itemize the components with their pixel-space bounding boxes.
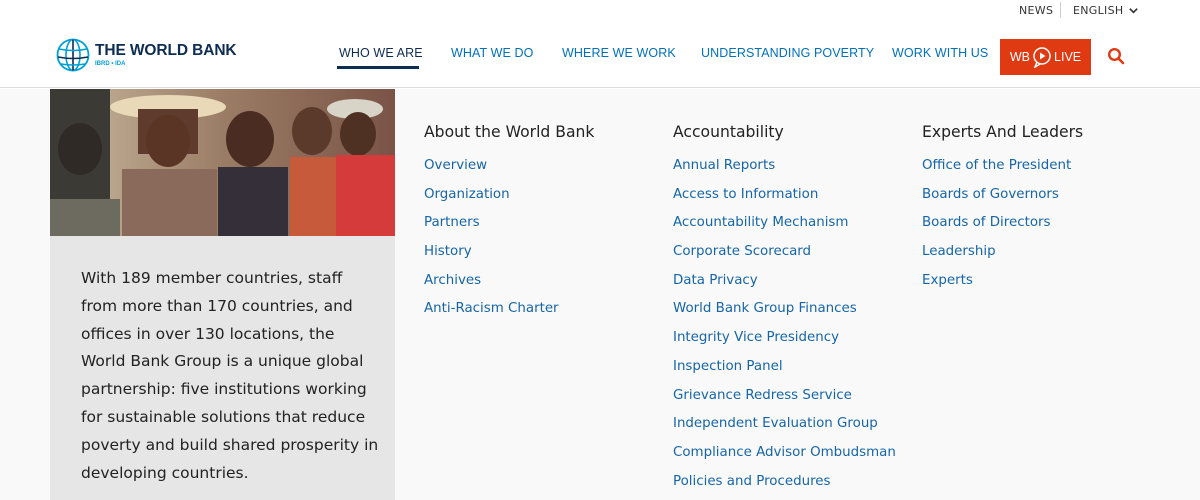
column-heading: Accountability [673,123,784,141]
utility-bar: NEWS ENGLISH [0,0,1200,22]
menu-link[interactable]: Partners [424,213,594,242]
menu-link[interactable]: Policies and Procedures [673,472,896,500]
link-list: Office of the President Boards of Govern… [922,156,1083,299]
chevron-down-icon [1129,8,1139,14]
menu-link[interactable]: Compliance Advisor Ombudsman [673,443,896,472]
nav-understanding-poverty[interactable]: UNDERSTANDING POVERTY [701,46,874,60]
menu-link[interactable]: Anti-Racism Charter [424,299,594,328]
logo-subtitle: IBRD • IDA [95,61,126,67]
active-nav-indicator [337,66,419,69]
menu-link[interactable]: World Bank Group Finances [673,299,896,328]
logo-title: THE WORLD BANK [95,42,237,59]
who-we-are-mega-menu: With 189 member countries, staff from mo… [0,89,1200,500]
menu-link[interactable]: Experts [922,271,1083,300]
menu-link[interactable]: Office of the President [922,156,1083,185]
wb-live-button[interactable]: WB LIVE [1000,39,1091,75]
live-suffix: LIVE [1054,50,1082,64]
menu-link[interactable]: Boards of Governors [922,185,1083,214]
site-header: THE WORLD BANK IBRD • IDA WHO WE ARE WHA… [0,22,1200,88]
link-list: Overview Organization Partners History A… [424,156,594,328]
live-prefix: WB [1009,50,1031,64]
people-photo [50,89,395,236]
menu-link[interactable]: Archives [424,271,594,300]
menu-link[interactable]: History [424,242,594,271]
menu-link[interactable]: Leadership [922,242,1083,271]
language-label: ENGLISH [1073,4,1124,17]
intro-text: With 189 member countries, staff from mo… [81,269,379,482]
column-about: About the World Bank Overview Organizati… [424,123,594,328]
menu-link[interactable]: Data Privacy [673,271,896,300]
menu-link[interactable]: Accountability Mechanism [673,213,896,242]
link-list: Annual Reports Access to Information Acc… [673,156,896,500]
menu-link[interactable]: Independent Evaluation Group [673,414,896,443]
nav-work-with-us[interactable]: WORK WITH US [892,46,988,60]
menu-link[interactable]: Annual Reports [673,156,896,185]
column-experts: Experts And Leaders Office of the Presid… [922,123,1083,299]
utility-divider [1060,2,1061,18]
search-icon[interactable] [1107,47,1125,65]
world-bank-logo[interactable]: THE WORLD BANK IBRD • IDA [56,38,237,72]
menu-link[interactable]: Inspection Panel [673,357,896,386]
column-accountability: Accountability Annual Reports Access to … [673,123,896,500]
language-selector[interactable]: ENGLISH [1073,4,1139,17]
menu-link[interactable]: Boards of Directors [922,213,1083,242]
nav-who-we-are[interactable]: WHO WE ARE [339,46,423,60]
globe-icon [56,38,90,72]
news-link[interactable]: NEWS [1019,4,1053,17]
menu-link[interactable]: Access to Information [673,185,896,214]
column-heading: About the World Bank [424,123,595,141]
menu-link[interactable]: Integrity Vice Presidency [673,328,896,357]
menu-link[interactable]: Overview [424,156,594,185]
menu-link[interactable]: Corporate Scorecard [673,242,896,271]
nav-what-we-do[interactable]: WHAT WE DO [451,46,533,60]
menu-link[interactable]: Grievance Redress Service [673,386,896,415]
intro-card: With 189 member countries, staff from mo… [50,89,395,500]
nav-where-we-work[interactable]: WHERE WE WORK [562,46,676,60]
play-icon [1033,47,1051,68]
menu-link[interactable]: Organization [424,185,594,214]
column-heading: Experts And Leaders [922,123,1084,141]
